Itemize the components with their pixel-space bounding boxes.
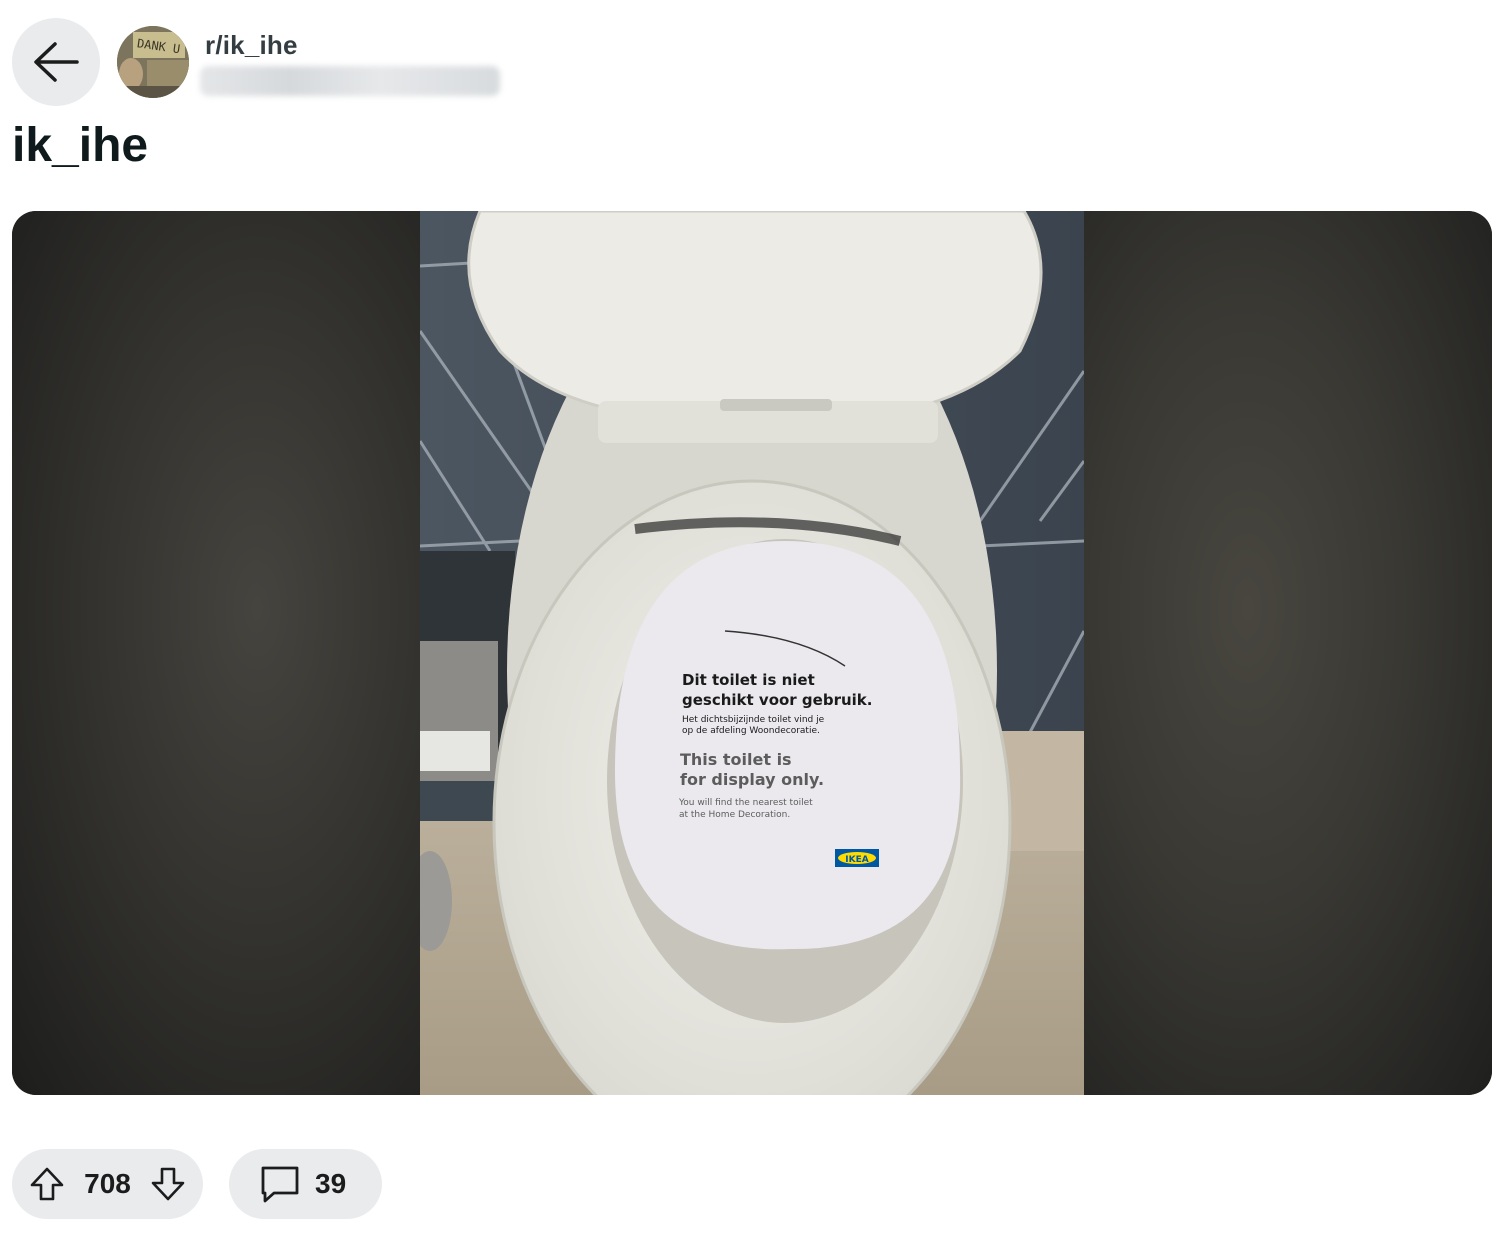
- vote-bar: 708: [12, 1149, 203, 1219]
- downvote-button[interactable]: [151, 1166, 185, 1202]
- upvote-button[interactable]: [30, 1166, 64, 1202]
- comment-count: 39: [315, 1168, 347, 1199]
- sign-en-body-1: You will find the nearest toilet: [678, 798, 813, 808]
- arrow-left-icon: [34, 42, 79, 82]
- sign-nl-body-1: Het dichtsbijzijnde toilet vind je: [682, 715, 825, 725]
- sign-en-heading-1: This toilet is: [680, 750, 792, 769]
- sign-en-body-2: at the Home Decoration.: [679, 810, 790, 820]
- sign-en-heading-2: for display only.: [680, 770, 824, 789]
- post-image[interactable]: Dit toilet is niet geschikt voor gebruik…: [12, 211, 1492, 1095]
- sign-nl-heading-1: Dit toilet is niet: [682, 671, 815, 689]
- back-button[interactable]: [12, 18, 100, 106]
- image-blur-right: [1084, 211, 1492, 1095]
- comments-button[interactable]: 39: [229, 1149, 382, 1219]
- comment-bubble-icon: [261, 1166, 299, 1203]
- image-blur-left: [12, 211, 420, 1095]
- ikea-logo: IKEA: [845, 855, 868, 865]
- vote-count: 708: [84, 1168, 131, 1199]
- post-title: ik_ihe: [12, 119, 149, 172]
- subreddit-name[interactable]: r/ik_ihe: [205, 30, 298, 61]
- arrow-down-icon: [151, 1167, 185, 1201]
- subreddit-avatar[interactable]: DANK U: [117, 26, 189, 98]
- arrow-up-icon: [30, 1167, 64, 1201]
- username-blurred[interactable]: [200, 66, 500, 96]
- sign-nl-body-2: op de afdeling Woondecoratie.: [682, 726, 820, 736]
- post-actions: 708 39: [12, 1149, 382, 1219]
- sign-nl-heading-2: geschikt voor gebruik.: [682, 691, 872, 709]
- toilet-photo: Dit toilet is niet geschikt voor gebruik…: [420, 211, 1084, 1095]
